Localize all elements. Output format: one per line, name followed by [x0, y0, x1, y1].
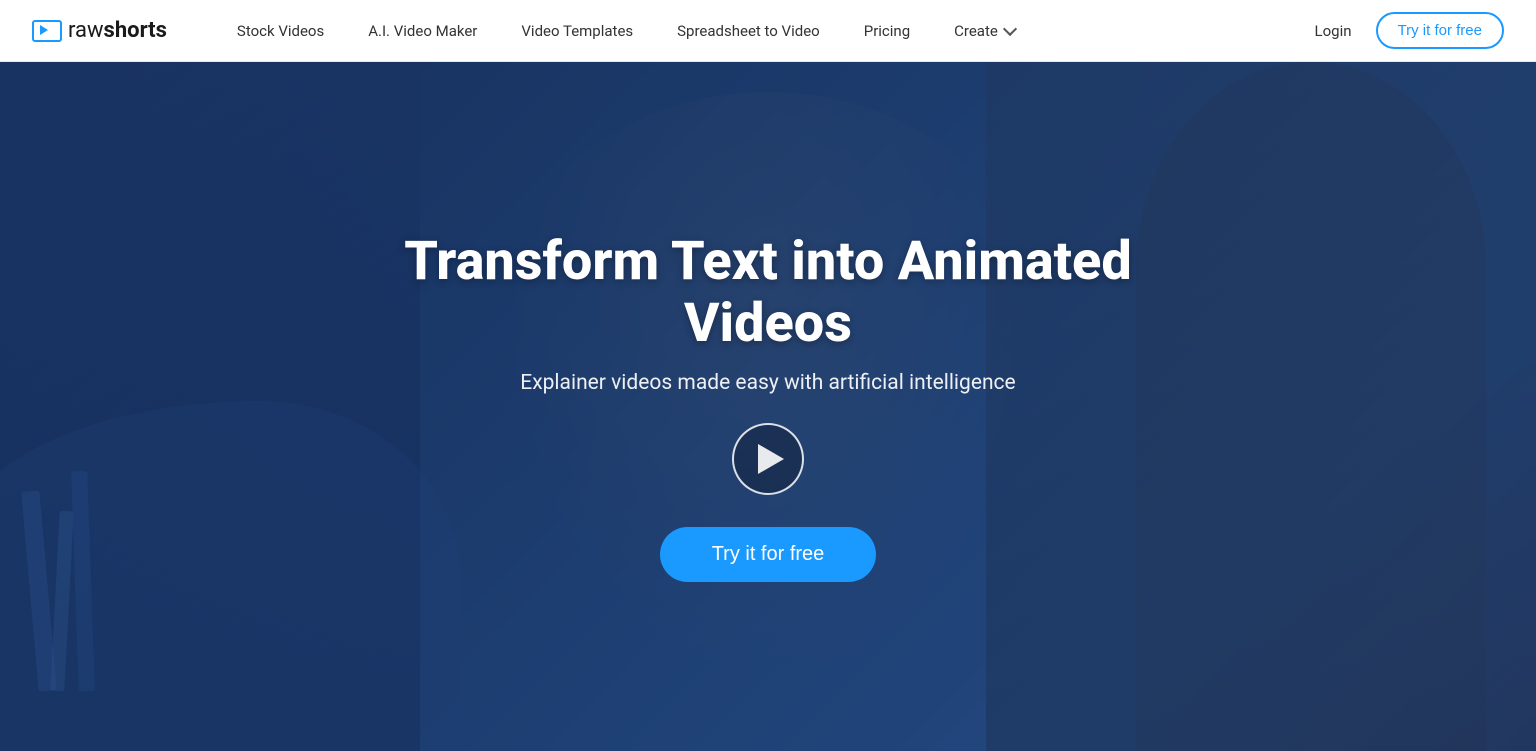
logo-text: rawshorts: [68, 18, 167, 43]
hero-content: Transform Text into Animated Videos Expl…: [0, 62, 1536, 751]
try-free-nav-button[interactable]: Try it for free: [1376, 12, 1504, 49]
logo-shorts: shorts: [104, 18, 167, 43]
play-button[interactable]: [732, 423, 804, 495]
logo[interactable]: rawshorts: [32, 18, 167, 43]
nav-right: Login Try it for free: [1299, 12, 1504, 49]
chevron-down-icon: [1003, 22, 1017, 36]
nav-create[interactable]: Create: [932, 0, 1037, 62]
hero-subtitle: Explainer videos made easy with artifici…: [520, 371, 1015, 395]
nav-video-templates[interactable]: Video Templates: [499, 0, 655, 62]
try-free-hero-button[interactable]: Try it for free: [660, 527, 877, 582]
nav-ai-video-maker[interactable]: A.I. Video Maker: [346, 0, 499, 62]
logo-raw: raw: [68, 18, 104, 43]
login-link[interactable]: Login: [1299, 22, 1368, 40]
hero-section: Transform Text into Animated Videos Expl…: [0, 62, 1536, 751]
nav-stock-videos[interactable]: Stock Videos: [215, 0, 346, 62]
nav-spreadsheet-to-video[interactable]: Spreadsheet to Video: [655, 0, 842, 62]
nav-links: Stock Videos A.I. Video Maker Video Temp…: [215, 0, 1299, 62]
nav-pricing[interactable]: Pricing: [842, 0, 932, 62]
navbar: rawshorts Stock Videos A.I. Video Maker …: [0, 0, 1536, 62]
logo-icon: [32, 20, 62, 42]
play-icon: [758, 444, 784, 474]
hero-title: Transform Text into Animated Videos: [318, 231, 1218, 355]
